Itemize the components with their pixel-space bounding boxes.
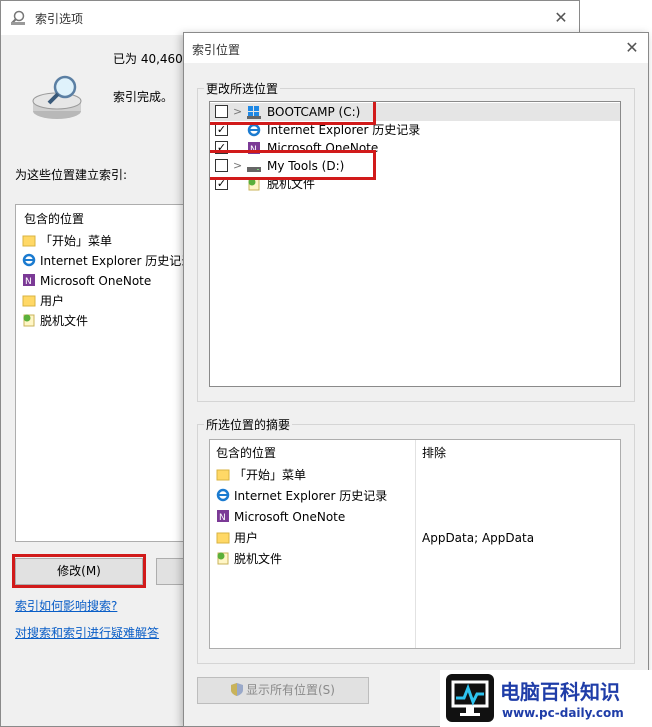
- list-item-label: Microsoft OneNote: [40, 274, 152, 288]
- show-all-label: 显示所有位置(S): [246, 683, 335, 697]
- summary-row-label: 用户: [234, 531, 259, 545]
- highlight-box: [210, 150, 376, 180]
- list-item-label: 用户: [40, 294, 65, 308]
- summary-row-label: 脱机文件: [234, 552, 283, 566]
- title-bar: 索引选项 ✕: [1, 1, 579, 35]
- summary-row-label: Microsoft OneNote: [234, 510, 346, 524]
- summary-row-excluded: AppData; AppData: [422, 531, 535, 545]
- close-icon[interactable]: ✕: [620, 36, 644, 60]
- list-item-label: 「开始」菜单: [40, 234, 113, 248]
- summary-row: 用户: [216, 528, 258, 548]
- folder-icon: [216, 530, 230, 544]
- summary-row-label: 「开始」菜单: [234, 468, 307, 482]
- summary-row: 「开始」菜单: [216, 465, 306, 485]
- summary-row: N Microsoft OneNote: [216, 507, 345, 527]
- list-item[interactable]: 用户: [22, 291, 64, 311]
- folder-icon: [216, 467, 230, 481]
- highlight-box: [12, 554, 146, 588]
- ie-icon: [22, 253, 36, 267]
- close-icon[interactable]: ✕: [549, 6, 573, 30]
- column-divider: [415, 440, 416, 648]
- watermark: 电脑百科知识 www.pc-daily.com: [440, 670, 652, 727]
- watermark-logo: [446, 674, 494, 722]
- summary-row: Internet Explorer 历史记录: [216, 486, 387, 506]
- summary-label: 所选位置的摘要: [204, 416, 293, 433]
- column-header-included: 包含的位置: [216, 446, 277, 460]
- window-title: 索引选项: [35, 12, 84, 26]
- onenote-icon: N: [22, 273, 36, 287]
- highlight-box: [210, 102, 376, 125]
- watermark-title: 电脑百科知识: [500, 680, 620, 704]
- show-all-locations-button[interactable]: 显示所有位置(S): [197, 677, 369, 704]
- list-item-label: 脱机文件: [40, 314, 89, 328]
- offline-files-icon: [22, 313, 36, 327]
- title-bar: 索引位置 ✕: [184, 33, 648, 63]
- included-locations-list[interactable]: 包含的位置 「开始」菜单 Internet Explorer 历史记录 N Mic…: [15, 204, 190, 542]
- ie-icon: [216, 488, 230, 502]
- index-locations-label: 为这些位置建立索引:: [15, 168, 128, 182]
- list-item-label: Internet Explorer 历史记录: [40, 254, 190, 268]
- list-item[interactable]: 脱机文件: [22, 311, 88, 331]
- folder-icon: [22, 293, 36, 307]
- ie-icon: [247, 123, 261, 137]
- svg-text:N: N: [25, 277, 32, 287]
- indexing-icon: [11, 10, 25, 25]
- summary-row: 脱机文件: [216, 549, 282, 569]
- summary-row-label: Internet Explorer 历史记录: [234, 489, 388, 503]
- how-indexing-affects-search-link[interactable]: 索引如何影响搜索?: [15, 597, 117, 614]
- column-header-excluded: 排除: [422, 446, 447, 460]
- index-drive-icon: [32, 75, 82, 119]
- svg-text:N: N: [219, 513, 226, 523]
- indexed-count-text: 已为 40,460: [113, 52, 183, 66]
- onenote-icon: N: [216, 509, 230, 523]
- change-locations-label: 更改所选位置: [204, 80, 281, 97]
- troubleshoot-link[interactable]: 对搜索和索引进行疑难解答: [15, 624, 159, 641]
- monitor-icon: [451, 680, 489, 716]
- list-item[interactable]: N Microsoft OneNote: [22, 271, 151, 291]
- list-item[interactable]: Internet Explorer 历史记录: [22, 251, 190, 271]
- folder-icon: [22, 233, 36, 247]
- watermark-url: www.pc-daily.com: [502, 706, 624, 720]
- indexed-locations-window: 索引位置 ✕ 更改所选位置 > BOOTCAMP (C:) ✓ Internet…: [183, 32, 649, 727]
- offline-files-icon: [216, 551, 230, 565]
- list-header: 包含的位置: [24, 212, 85, 226]
- list-item[interactable]: 「开始」菜单: [22, 231, 112, 251]
- indexing-status-text: 索引完成。: [113, 90, 174, 104]
- window-title: 索引位置: [192, 43, 241, 57]
- shield-icon: [231, 683, 243, 696]
- summary-list: 包含的位置 排除 「开始」菜单 Internet Explorer 历史记录 N…: [209, 439, 621, 649]
- locations-tree[interactable]: > BOOTCAMP (C:) ✓ Internet Explorer 历史记录…: [209, 101, 621, 387]
